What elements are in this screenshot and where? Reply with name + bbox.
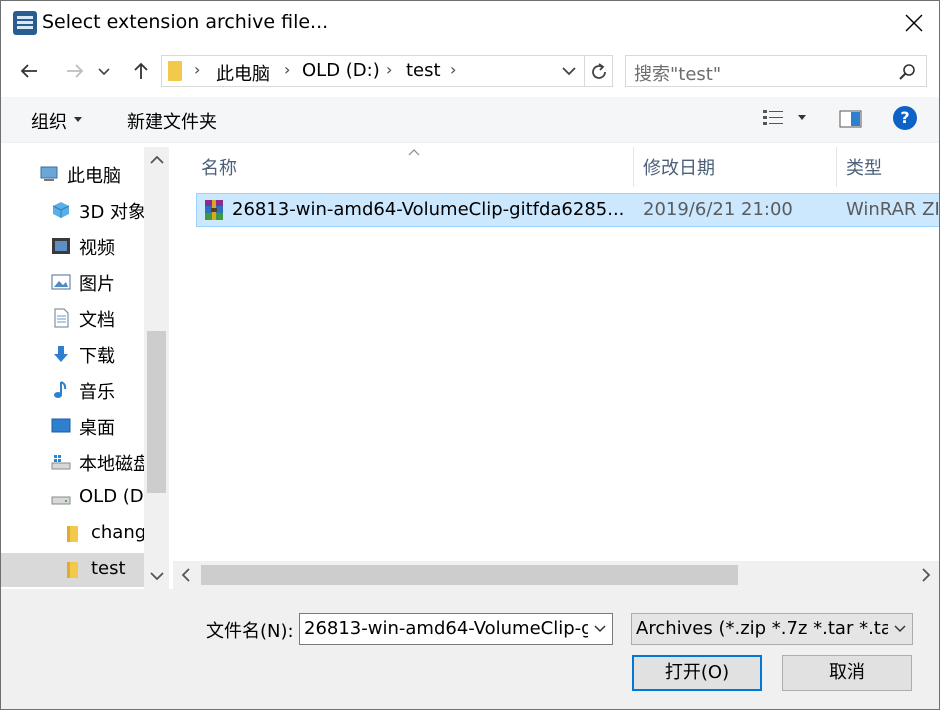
documents-icon: [54, 308, 69, 328]
scroll-up-icon[interactable]: [150, 155, 164, 165]
help-icon[interactable]: ?: [893, 106, 917, 130]
cancel-button[interactable]: 取消: [782, 655, 912, 691]
close-button[interactable]: [889, 1, 939, 45]
pictures-icon: [51, 274, 71, 290]
breadcrumb-drive[interactable]: OLD (D:): [302, 60, 380, 81]
folder-icon: [67, 562, 78, 578]
search-icon: [899, 64, 915, 80]
forward-arrow-icon: [67, 64, 84, 78]
forward-button[interactable]: [61, 57, 89, 85]
scroll-right-icon[interactable]: [921, 568, 931, 582]
back-button[interactable]: [15, 57, 43, 85]
open-button[interactable]: 打开(O): [632, 655, 762, 691]
breadcrumb-this-pc[interactable]: 此电脑: [216, 60, 270, 86]
navpane-scrollbar[interactable]: [144, 147, 169, 589]
close-icon: [905, 14, 923, 32]
breadcrumb-separator: ›: [450, 60, 457, 79]
nav-item-documents[interactable]: 文档: [1, 301, 144, 335]
nav-item-local-disk[interactable]: 本地磁盘: [1, 445, 144, 479]
winrar-archive-icon: [205, 200, 223, 220]
address-bar[interactable]: › 此电脑 › OLD (D:) › test ›: [161, 55, 585, 87]
file-type: WinRAR ZI: [846, 199, 939, 220]
filelist-horizontal-scrollbar[interactable]: [173, 561, 939, 589]
navigation-bar: › 此电脑 › OLD (D:) › test › 搜索"test": [1, 49, 939, 93]
computer-icon: [40, 166, 58, 181]
new-folder-button[interactable]: 新建文件夹: [127, 108, 217, 134]
nav-item-videos[interactable]: 视频: [1, 229, 144, 263]
filetype-select[interactable]: Archives (*.zip *.7z *.tar *.tar.gz): [631, 613, 913, 645]
video-icon: [52, 238, 70, 254]
local-disk-icon: [51, 455, 71, 470]
filename-value: 26813-win-amd64-VolumeClip-gitfda6285: [304, 618, 612, 639]
title-bar: Select extension archive file...: [1, 1, 939, 45]
breadcrumb-separator: ›: [194, 60, 201, 79]
command-toolbar: 组织 新建文件夹 ?: [1, 97, 939, 143]
view-options-icon[interactable]: [763, 109, 811, 129]
column-header-modified[interactable]: 修改日期: [634, 147, 836, 187]
breadcrumb-separator: ›: [284, 60, 291, 79]
file-name: 26813-win-amd64-VolumeClip-gitfda6285...: [232, 199, 625, 220]
filetype-dropdown-button[interactable]: [888, 614, 912, 644]
recent-locations-button[interactable]: [97, 57, 117, 85]
nav-item-this-pc[interactable]: 此电脑: [1, 157, 144, 191]
column-header-type[interactable]: 类型: [837, 147, 939, 187]
file-modified: 2019/6/21 21:00: [643, 199, 793, 220]
folder-icon: [67, 526, 78, 542]
refresh-icon: [592, 63, 606, 79]
nav-item-downloads[interactable]: 下载: [1, 337, 144, 371]
breadcrumb-test[interactable]: test: [406, 60, 441, 81]
scroll-left-icon[interactable]: [181, 568, 191, 582]
nav-item-3d-objects[interactable]: 3D 对象: [1, 193, 144, 227]
filename-input[interactable]: 26813-win-amd64-VolumeClip-gitfda6285: [299, 613, 613, 645]
file-row[interactable]: 26813-win-amd64-VolumeClip-gitfda6285...…: [196, 193, 939, 227]
column-header-name[interactable]: 名称: [173, 147, 633, 187]
file-open-dialog: Select extension archive file... › 此电脑 ›…: [0, 0, 940, 710]
folder-icon: [168, 61, 182, 81]
app-icon: [13, 11, 37, 35]
preview-pane-icon[interactable]: [839, 109, 863, 129]
caret-down-icon: [74, 117, 82, 122]
3d-objects-icon: [52, 202, 70, 218]
chevron-down-icon: [894, 625, 906, 633]
nav-item-test-folder[interactable]: test: [1, 553, 144, 587]
desktop-icon: [51, 418, 71, 433]
dialog-footer: 文件名(N): 26813-win-amd64-VolumeClip-gitfd…: [1, 589, 939, 709]
address-dropdown-icon[interactable]: [560, 62, 578, 80]
up-arrow-icon: [134, 62, 148, 79]
nav-item-chang-folder[interactable]: chang: [1, 517, 144, 551]
dialog-title: Select extension archive file...: [42, 11, 329, 33]
scroll-down-icon[interactable]: [150, 571, 164, 581]
nav-item-old-drive[interactable]: OLD (D: [1, 481, 144, 515]
filetype-value: Archives (*.zip *.7z *.tar *.tar.gz): [636, 618, 913, 639]
breadcrumb-separator: ›: [386, 60, 393, 79]
nav-item-desktop[interactable]: 桌面: [1, 409, 144, 443]
refresh-button[interactable]: [585, 55, 613, 87]
filename-dropdown-button[interactable]: [588, 614, 612, 644]
search-input[interactable]: 搜索"test": [625, 55, 927, 87]
drive-icon: [51, 496, 71, 505]
up-button[interactable]: [127, 57, 155, 85]
chevron-down-icon: [594, 625, 606, 633]
navigation-pane: 此电脑 3D 对象 视频 图片 文档 下载 音乐 桌面 本地磁盘 OLD (D …: [1, 147, 169, 589]
download-icon: [54, 346, 68, 362]
filename-label: 文件名(N):: [206, 621, 294, 642]
search-placeholder: 搜索"test": [634, 64, 722, 85]
nav-item-music[interactable]: 音乐: [1, 373, 144, 407]
scrollbar-thumb[interactable]: [201, 565, 738, 585]
organize-menu[interactable]: 组织: [31, 108, 67, 134]
scrollbar-thumb[interactable]: [147, 331, 166, 493]
back-arrow-icon: [20, 64, 37, 78]
music-icon: [54, 381, 67, 398]
nav-item-pictures[interactable]: 图片: [1, 265, 144, 299]
file-list: 名称 修改日期 类型 26813-win-amd64-VolumeClip-gi…: [173, 147, 939, 589]
chevron-down-icon: [98, 68, 110, 76]
